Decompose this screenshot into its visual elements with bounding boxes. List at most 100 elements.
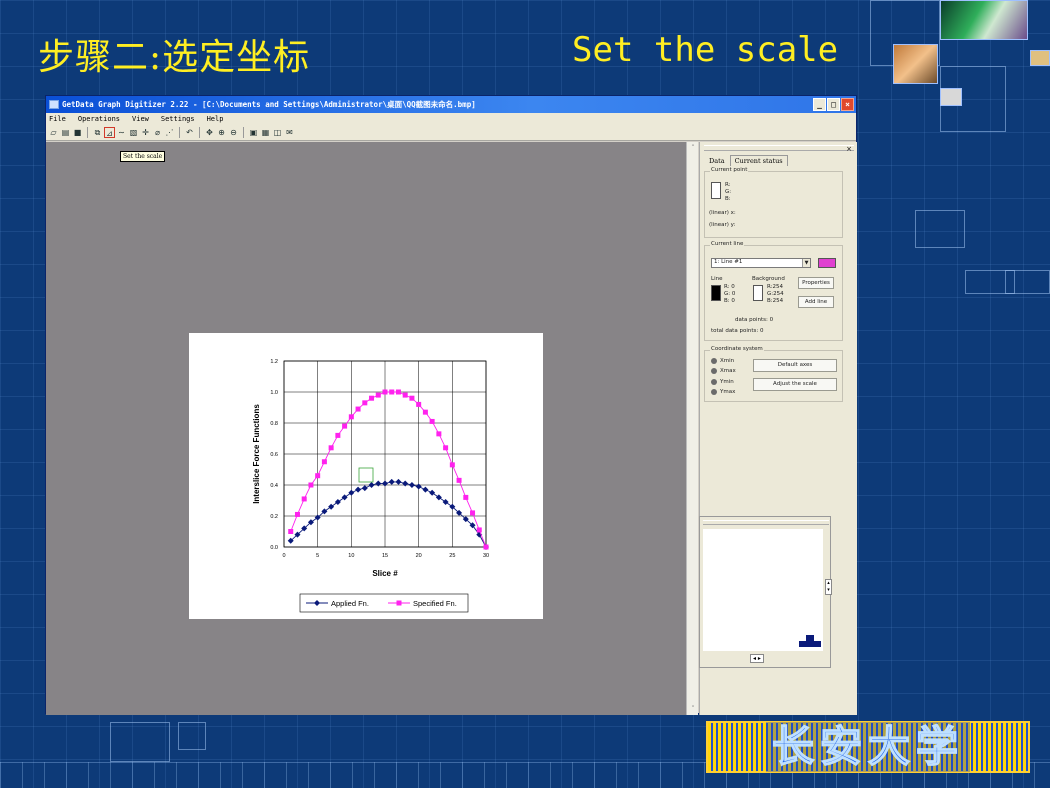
preview-marker	[799, 641, 821, 647]
x-tick-label: 20	[416, 553, 422, 559]
minimize-icon[interactable]: _	[813, 98, 826, 111]
corner-photo-keyboard	[893, 44, 938, 84]
series-point	[436, 431, 442, 437]
maximize-icon[interactable]: □	[827, 98, 840, 111]
menu-view[interactable]: View	[132, 113, 149, 125]
logo-text: 长安大学	[765, 721, 970, 772]
scroll-up-icon[interactable]: ˄	[687, 142, 699, 154]
copy-icon[interactable]: ⧉	[92, 127, 103, 138]
radio-xmax-label: Xmax	[720, 368, 736, 374]
adjust-scale-button[interactable]: Adjust the scale	[753, 378, 837, 391]
tab-data[interactable]: Data	[704, 155, 730, 166]
menu-file[interactable]: File	[49, 113, 66, 125]
menu-help[interactable]: Help	[207, 113, 224, 125]
toolbar-separator	[87, 127, 88, 138]
legend-label: Specified Fn.	[413, 599, 457, 608]
default-axes-button[interactable]: Default axes	[753, 359, 837, 372]
zoom-in-icon[interactable]: ⊕	[216, 127, 227, 138]
x-axis-label: Slice #	[372, 569, 398, 578]
properties-button[interactable]: Properties	[798, 277, 834, 289]
series-point	[301, 496, 307, 502]
fit-image-icon[interactable]: ▣	[248, 127, 259, 138]
undo-icon[interactable]: ↶	[184, 127, 195, 138]
preview-horizontal-arrows-icon[interactable]: ◂ ▸	[750, 654, 764, 663]
eraser-icon[interactable]: ⌀	[152, 127, 163, 138]
series-point	[449, 462, 455, 468]
slide-title-english: Set the scale	[572, 30, 839, 70]
toolbar-separator	[199, 127, 200, 138]
image-canvas[interactable]: 0.0 0.2 0.4 0.6 0.8 1.0 1.2 0 5 10 15 20 25 30 Intersl…	[46, 142, 686, 715]
grid-icon[interactable]: ▦	[260, 127, 271, 138]
window-controls: _ □ ×	[813, 98, 854, 111]
line-r: R: 0	[724, 284, 735, 290]
series-point	[429, 418, 435, 424]
canvas-vertical-scrollbar[interactable]: ˄ ˅	[686, 142, 698, 715]
set-scale-icon[interactable]: ⊿	[104, 127, 115, 138]
digitize-area-icon[interactable]: ▧	[128, 127, 139, 138]
radio-ymax[interactable]	[711, 389, 717, 395]
series-point	[294, 511, 300, 517]
y-tick-label: 0.0	[270, 545, 278, 551]
radio-ymin[interactable]	[711, 379, 717, 385]
window-titlebar[interactable]: GetData Graph Digitizer 2.22 - [C:\Docum…	[46, 96, 856, 113]
toolbar: ▱ ▤ ■ ⧉ ⊿ ∼ ▧ ✛ ⌀ ⋰ ↶ ✥ ⊕ ⊖ ▣ ▦ ◫ ✉	[46, 125, 856, 141]
coordinate-system-label: Coordinate system	[710, 346, 764, 352]
export-icon[interactable]: ▤	[60, 127, 71, 138]
chevron-down-icon[interactable]: ▼	[802, 259, 810, 267]
scroll-down-icon[interactable]: ˅	[687, 703, 699, 715]
zoom-out-icon[interactable]: ⊖	[228, 127, 239, 138]
save-icon[interactable]: ■	[72, 127, 83, 138]
point-color-swatch	[711, 182, 721, 199]
panel-tabs: Data Current status	[704, 155, 788, 166]
series-point	[470, 510, 476, 516]
series-point	[409, 395, 415, 401]
menu-operations[interactable]: Operations	[78, 113, 120, 125]
snapshot-icon[interactable]: ◫	[272, 127, 283, 138]
y-tick-label: 0.6	[270, 452, 278, 458]
series-point	[443, 445, 449, 451]
line-color-swatch[interactable]	[818, 258, 836, 268]
preview-vertical-arrows-icon[interactable]: ▴ ▾	[825, 579, 832, 595]
radio-xmin[interactable]	[711, 358, 717, 364]
toolbar-separator	[243, 127, 244, 138]
line-tool-icon[interactable]: ⋰	[164, 127, 175, 138]
y-tick-label: 0.2	[270, 514, 278, 520]
bg-g: G:254	[767, 291, 784, 297]
series-point	[362, 400, 368, 406]
point-capture-icon[interactable]: ✛	[140, 127, 151, 138]
current-point-label: Current point	[710, 167, 749, 173]
legend-marker	[396, 600, 402, 606]
radio-xmin-label: Xmin	[720, 358, 735, 364]
menubar: File Operations View Settings Help	[46, 113, 856, 125]
panel-close-icon[interactable]: ×	[846, 145, 852, 153]
close-icon[interactable]: ×	[841, 98, 854, 111]
tab-current-status[interactable]: Current status	[729, 155, 788, 166]
open-icon[interactable]: ▱	[48, 127, 59, 138]
y-tick-label: 1.0	[270, 390, 278, 396]
panel-grip[interactable]: ×	[704, 145, 854, 153]
slide-title-chinese: 步骤二:选定坐标	[38, 37, 311, 78]
auto-trace-icon[interactable]: ∼	[116, 127, 127, 138]
preview-grip[interactable]	[703, 520, 829, 525]
series-point	[375, 392, 381, 398]
decor-square	[915, 210, 965, 248]
current-point-group: Current point R: G: B: (linear) x: (line…	[704, 167, 843, 238]
series-point	[463, 494, 469, 500]
point-b: B:	[725, 196, 731, 202]
menu-settings[interactable]: Settings	[161, 113, 195, 125]
line-select-value: 1: Line #1	[714, 259, 743, 265]
pan-icon[interactable]: ✥	[204, 127, 215, 138]
zoom-preview[interactable]	[703, 529, 823, 651]
x-tick-label: 25	[449, 553, 455, 559]
add-line-button[interactable]: Add line	[798, 296, 834, 308]
x-tick-label: 5	[316, 553, 319, 559]
corner-photo-small	[1030, 50, 1050, 66]
digitized-chart-image[interactable]: 0.0 0.2 0.4 0.6 0.8 1.0 1.2 0 5 10 15 20 25 30 Intersl…	[189, 333, 543, 619]
line-g: G: 0	[724, 291, 736, 297]
point-y: (linear) y:	[709, 222, 736, 228]
series-point	[395, 389, 401, 395]
line-select[interactable]: 1: Line #1 ▼	[711, 258, 811, 268]
radio-xmax[interactable]	[711, 368, 717, 374]
mail-icon[interactable]: ✉	[284, 127, 295, 138]
point-g: G:	[725, 189, 732, 195]
